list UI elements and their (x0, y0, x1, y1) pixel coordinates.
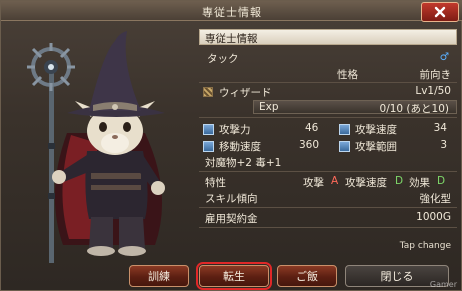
stat-row-2: 移動速度 360 攻撃範囲 3 (199, 139, 457, 154)
trait-speed-grade: D (395, 175, 404, 187)
trait-effect-label: 効果 (409, 177, 430, 189)
retainer-info-window: 専従士情報 専従士情報 タック ♂ 性格 前向き ウィザード Lv1/50 Ex… (0, 0, 462, 291)
wizard-class-icon (203, 87, 213, 97)
trait-attack-label: 攻撃 (303, 177, 324, 189)
boot-icon (203, 141, 214, 152)
male-icon: ♂ (439, 51, 449, 63)
personality-value: 前向き (419, 69, 452, 81)
divider (199, 207, 457, 208)
attack-speed-value: 34 (433, 122, 447, 134)
character-name: タック (207, 53, 239, 65)
info-header: 専従士情報 (199, 29, 457, 45)
speed-icon (339, 124, 350, 135)
bonus-row: 対魔物+2 毒+1 (199, 155, 457, 170)
meal-button[interactable]: ご飯 (277, 265, 337, 287)
info-panel: 専従士情報 タック ♂ 性格 前向き ウィザード Lv1/50 Exp 0/10… (199, 29, 457, 261)
traits-label: 特性 (205, 177, 226, 189)
exp-value: 0/10 (あと10) (379, 103, 449, 115)
bonus-text: 対魔物+2 毒+1 (205, 157, 282, 169)
attack-label: 攻撃力 (219, 124, 251, 136)
skill-row: スキル傾向 強化型 (199, 191, 457, 206)
move-speed-label: 移動速度 (219, 141, 261, 153)
divider (199, 82, 457, 83)
close-icon (434, 6, 446, 18)
exp-row: Exp 0/10 (あと10) (199, 100, 457, 115)
sword-icon (203, 124, 214, 135)
class-row: ウィザード Lv1/50 (199, 85, 457, 100)
trait-speed-label: 攻撃速度 (345, 177, 387, 189)
personality-label: 性格 (337, 69, 358, 81)
move-speed-value: 360 (299, 139, 320, 151)
skill-value: 強化型 (419, 193, 452, 205)
wizard-character-image (27, 31, 165, 263)
attack-range-value: 3 (440, 139, 447, 151)
reincarnate-button[interactable]: 転生 (196, 262, 272, 290)
contract-label: 雇用契約金 (205, 213, 258, 225)
divider (199, 227, 457, 228)
level-value: Lv1/50 (415, 85, 451, 97)
trait-effect-grade: D (437, 175, 446, 187)
attack-speed-label: 攻撃速度 (355, 124, 397, 136)
skill-label: スキル傾向 (205, 193, 258, 205)
divider (199, 171, 457, 172)
divider (199, 117, 457, 118)
class-name: ウィザード (219, 87, 272, 99)
title-bar: 専従士情報 (1, 1, 462, 22)
traits-row: 特性 攻撃 A 攻撃速度 D 効果 D (199, 175, 457, 190)
name-row: タック ♂ (199, 51, 457, 66)
tap-change-link[interactable]: Tap change (400, 241, 451, 251)
contract-row: 雇用契約金 1000G (199, 211, 457, 226)
train-button[interactable]: 訓練 (129, 265, 189, 287)
stat-row-1: 攻撃力 46 攻撃速度 34 (199, 122, 457, 137)
range-icon (339, 141, 350, 152)
trait-attack-grade: A (331, 175, 339, 187)
attack-range-label: 攻撃範囲 (355, 141, 397, 153)
window-title: 専従士情報 (202, 6, 262, 19)
contract-value: 1000G (416, 211, 451, 223)
personality-row: 性格 前向き (199, 67, 457, 82)
exp-label: Exp (259, 101, 279, 113)
character-portrait (5, 23, 197, 263)
attack-value: 46 (305, 122, 319, 134)
watermark: Gamer (429, 280, 457, 289)
close-x-button[interactable] (421, 2, 459, 22)
